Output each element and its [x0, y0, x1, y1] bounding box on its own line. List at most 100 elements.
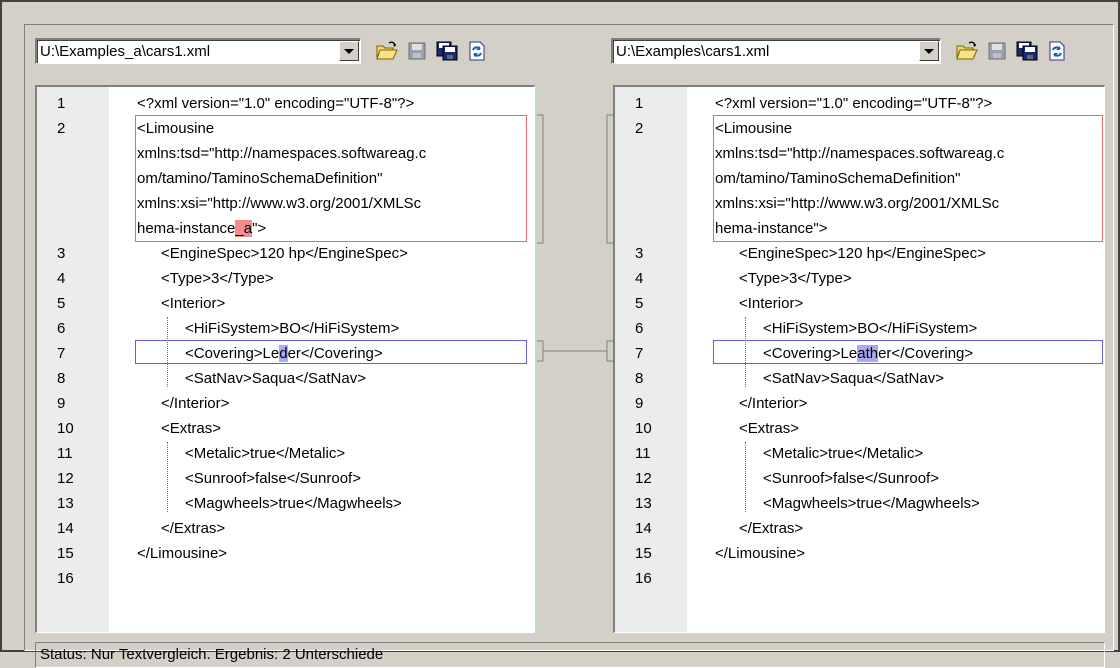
- code-text: <Magwheels>true</Magwheels>: [763, 495, 980, 512]
- code-line[interactable]: xmlns:tsd="http://namespaces.softwareag.…: [615, 141, 1104, 166]
- right-save-as-button[interactable]: [1015, 39, 1039, 63]
- code-line[interactable]: xmlns:tsd="http://namespaces.softwareag.…: [37, 141, 534, 166]
- code-text: hema-instance">: [715, 216, 827, 241]
- code-line[interactable]: xmlns:xsi="http://www.w3.org/2001/XMLSc: [615, 191, 1104, 216]
- code-line[interactable]: 15 </Limousine>: [37, 541, 534, 566]
- code-text: <Covering>Leather</Covering>: [763, 341, 973, 366]
- right-save-button[interactable]: [985, 39, 1009, 63]
- right-open-button[interactable]: [955, 39, 979, 63]
- code-line[interactable]: 5 <Interior>: [615, 291, 1104, 316]
- code-line[interactable]: 3 <EngineSpec>120 hp</EngineSpec>: [615, 241, 1104, 266]
- line-number: 1: [57, 95, 66, 112]
- save-icon: [408, 42, 426, 60]
- code-text-segment: hema-instance: [137, 220, 236, 237]
- line-number: 15: [635, 545, 652, 562]
- code-line[interactable]: 16: [37, 566, 534, 591]
- open-folder-icon: [956, 41, 978, 60]
- code-line[interactable]: 14 </Extras>: [37, 516, 534, 541]
- code-text-segment: <Covering>Le: [185, 345, 280, 362]
- line-number: 6: [57, 320, 66, 337]
- line-number: 2: [57, 120, 66, 137]
- code-text: <Extras>: [739, 420, 800, 437]
- right-file-combo[interactable]: U:\Examples\cars1.xml: [611, 38, 941, 64]
- diff-highlight: d: [279, 345, 288, 362]
- code-text: </Limousine>: [715, 545, 806, 562]
- line-number: 14: [57, 520, 74, 537]
- right-combo-dropdown-button[interactable]: [919, 41, 939, 61]
- code-line[interactable]: 9 </Interior>: [615, 391, 1104, 416]
- code-text: <?xml version="1.0" encoding="UTF-8"?>: [137, 95, 415, 112]
- right-toolbar: U:\Examples\cars1.xml: [611, 37, 1069, 65]
- code-line[interactable]: 2 <Limousine: [615, 116, 1104, 141]
- left-save-button[interactable]: [405, 39, 429, 63]
- line-number: 11: [57, 445, 73, 462]
- code-text: </Limousine>: [137, 545, 228, 562]
- line-number: 3: [635, 245, 644, 262]
- code-text: xmlns:tsd="http://namespaces.softwareag.…: [715, 145, 1005, 162]
- save-as-icon: [1016, 41, 1038, 61]
- left-file-combo[interactable]: U:\Examples_a\cars1.xml: [35, 38, 361, 64]
- code-line[interactable]: om/tamino/TaminoSchemaDefinition": [615, 166, 1104, 191]
- code-line[interactable]: 4 <Type>3</Type>: [615, 266, 1104, 291]
- line-number: 13: [635, 495, 652, 512]
- code-line[interactable]: 16: [615, 566, 1104, 591]
- code-line[interactable]: 2 <Limousine: [37, 116, 534, 141]
- line-number: 11: [635, 445, 651, 462]
- code-line[interactable]: 14 </Extras>: [615, 516, 1104, 541]
- left-combo-dropdown-button[interactable]: [339, 41, 359, 61]
- line-number: 3: [57, 245, 66, 262]
- code-line[interactable]: 8 <SatNav>Saqua</SatNav>: [37, 366, 534, 391]
- code-line[interactable]: 12 <Sunroof>false</Sunroof>: [615, 466, 1104, 491]
- left-refresh-button[interactable]: [465, 39, 489, 63]
- code-text: <Type>3</Type>: [161, 270, 274, 287]
- code-text-segment: hema-instance: [715, 220, 814, 237]
- code-line[interactable]: 1 <?xml version="1.0" encoding="UTF-8"?>: [37, 91, 534, 116]
- code-line[interactable]: hema-instance_a">: [37, 216, 534, 241]
- code-line[interactable]: 8 <SatNav>Saqua</SatNav>: [615, 366, 1104, 391]
- code-line[interactable]: hema-instance">: [615, 216, 1104, 241]
- left-editor-pane[interactable]: 1 <?xml version="1.0" encoding="UTF-8"?> 2…: [35, 85, 535, 633]
- code-line[interactable]: 13 <Magwheels>true</Magwheels>: [37, 491, 534, 516]
- save-as-icon: [436, 41, 458, 61]
- code-line[interactable]: 7 <Covering>Leder</Covering>: [37, 341, 534, 366]
- code-line[interactable]: 3 <EngineSpec>120 hp</EngineSpec>: [37, 241, 534, 266]
- code-line[interactable]: 6 <HiFiSystem>BO</HiFiSystem>: [615, 316, 1104, 341]
- code-text: <Type>3</Type>: [739, 270, 852, 287]
- code-text: </Interior>: [739, 395, 808, 412]
- line-number: 12: [57, 470, 74, 487]
- code-line[interactable]: 6 <HiFiSystem>BO</HiFiSystem>: [37, 316, 534, 341]
- code-text: <Extras>: [161, 420, 222, 437]
- code-line[interactable]: 11 <Metalic>true</Metalic>: [37, 441, 534, 466]
- code-text: <SatNav>Saqua</SatNav>: [763, 370, 944, 387]
- code-line[interactable]: 1 <?xml version="1.0" encoding="UTF-8"?>: [615, 91, 1104, 116]
- code-text: <EngineSpec>120 hp</EngineSpec>: [739, 245, 986, 262]
- open-folder-icon: [376, 41, 398, 60]
- code-text: <HiFiSystem>BO</HiFiSystem>: [185, 320, 400, 337]
- code-text: om/tamino/TaminoSchemaDefinition": [137, 170, 383, 187]
- code-text: <Magwheels>true</Magwheels>: [185, 495, 402, 512]
- code-line[interactable]: 15 </Limousine>: [615, 541, 1104, 566]
- code-text: <HiFiSystem>BO</HiFiSystem>: [763, 320, 978, 337]
- code-line[interactable]: 10 <Extras>: [615, 416, 1104, 441]
- code-text: <Metalic>true</Metalic>: [763, 445, 924, 462]
- code-line[interactable]: 10 <Extras>: [37, 416, 534, 441]
- line-number: 15: [57, 545, 74, 562]
- code-text: xmlns:xsi="http://www.w3.org/2001/XMLSc: [137, 195, 422, 212]
- left-save-as-button[interactable]: [435, 39, 459, 63]
- code-line[interactable]: 9 </Interior>: [37, 391, 534, 416]
- diff-frame: U:\Examples_a\cars1.xml U:\Examples\cars…: [24, 24, 1114, 668]
- code-line[interactable]: om/tamino/TaminoSchemaDefinition": [37, 166, 534, 191]
- right-editor-pane[interactable]: 1 <?xml version="1.0" encoding="UTF-8"?> 2…: [613, 85, 1105, 633]
- code-line[interactable]: 12 <Sunroof>false</Sunroof>: [37, 466, 534, 491]
- left-open-button[interactable]: [375, 39, 399, 63]
- code-line[interactable]: 13 <Magwheels>true</Magwheels>: [615, 491, 1104, 516]
- code-line[interactable]: 11 <Metalic>true</Metalic>: [615, 441, 1104, 466]
- code-line[interactable]: 4 <Type>3</Type>: [37, 266, 534, 291]
- code-line[interactable]: 5 <Interior>: [37, 291, 534, 316]
- code-text: <Sunroof>false</Sunroof>: [763, 470, 939, 487]
- code-text: <EngineSpec>120 hp</EngineSpec>: [161, 245, 408, 262]
- code-line[interactable]: xmlns:xsi="http://www.w3.org/2001/XMLSc: [37, 191, 534, 216]
- right-refresh-button[interactable]: [1045, 39, 1069, 63]
- code-line[interactable]: 7 <Covering>Leather</Covering>: [615, 341, 1104, 366]
- code-text-segment: ">: [813, 220, 828, 237]
